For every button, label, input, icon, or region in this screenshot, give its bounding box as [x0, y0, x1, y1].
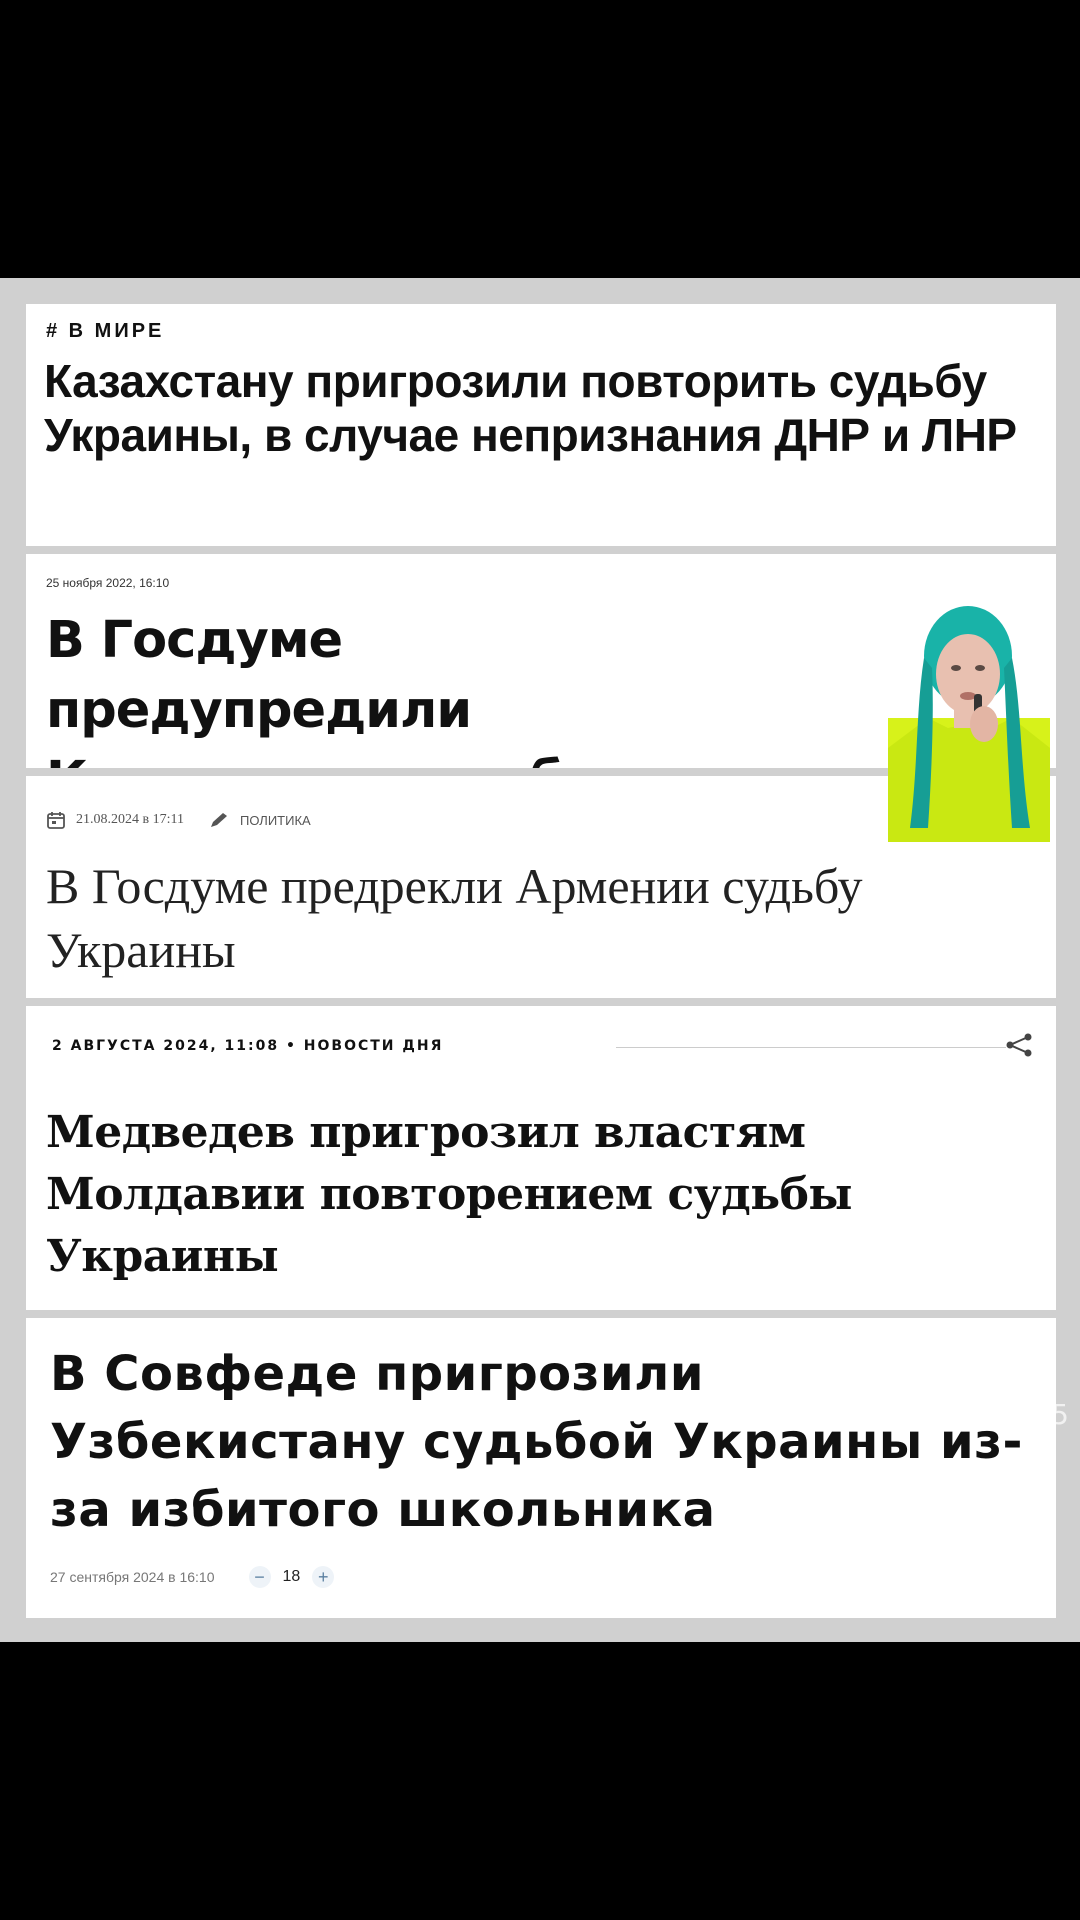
rubric-tag[interactable]: # В МИРЕ [46, 320, 164, 343]
headline[interactable]: Медведев пригрозил властям Молдавии повт… [46, 1102, 1036, 1288]
article-card-moldova[interactable]: 2 АВГУСТА 2024, 11:08 • НОВОСТИ ДНЯ Медв… [26, 1006, 1056, 1310]
rating-value: 18 [282, 1568, 301, 1585]
article-card-kazakhstan[interactable]: # В МИРЕ Казахстану пригрозили повторить… [26, 304, 1056, 546]
presenter-overlay-image [888, 598, 1050, 842]
rubric-label[interactable]: ПОЛИТИКА [240, 813, 311, 828]
pen-icon [210, 813, 227, 827]
rating-counter: − 18 + [248, 1566, 335, 1588]
watermark: dr@helka2_0.5 [847, 1398, 1070, 1431]
headline[interactable]: Казахстану пригрозили повторить судьбу У… [44, 354, 1044, 462]
news-collage: # В МИРЕ Казахстану пригрозили повторить… [0, 278, 1080, 1642]
divider-line [616, 1047, 1006, 1048]
minus-button[interactable]: − [248, 1566, 271, 1588]
article-meta: 27 сентября 2024 в 16:10 − 18 + [50, 1566, 335, 1588]
article-date: 25 ноября 2022, 16:10 [46, 576, 170, 590]
headline[interactable]: В Госдуме предрекли Армении судьбу Украи… [46, 854, 1026, 982]
headline[interactable]: В Госдуме предупредили Киргизию о судьбе… [46, 606, 746, 768]
headline[interactable]: В Совфеде пригрозили Узбекистану судьбой… [50, 1340, 1030, 1544]
article-meta: 21.08.2024 в 17:11 ПОЛИТИКА [46, 810, 311, 830]
calendar-icon [47, 812, 65, 829]
article-meta: 2 АВГУСТА 2024, 11:08 • НОВОСТИ ДНЯ [52, 1038, 444, 1054]
plus-button[interactable]: + [312, 1566, 335, 1588]
share-icon[interactable] [1004, 1032, 1034, 1058]
article-date: 21.08.2024 в 17:11 [76, 812, 184, 827]
article-card-uzbekistan[interactable]: В Совфеде пригрозили Узбекистану судьбой… [26, 1318, 1056, 1618]
article-date: 27 сентября 2024 в 16:10 [50, 1569, 215, 1585]
